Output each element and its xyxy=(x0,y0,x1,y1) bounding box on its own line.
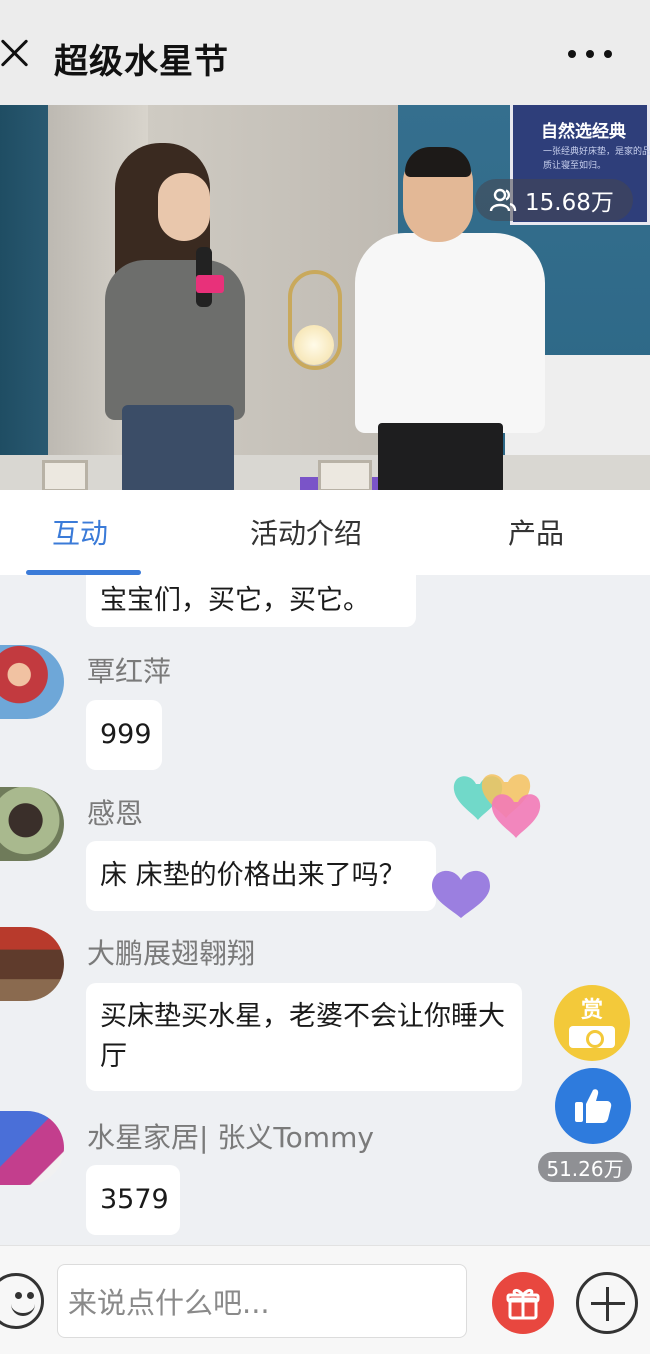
gift-button[interactable] xyxy=(492,1272,554,1334)
viewer-count: 15.68万 xyxy=(525,190,614,216)
chat-username[interactable]: 大鹏展翅翱翔 xyxy=(87,932,255,972)
more-icon[interactable] xyxy=(568,44,612,64)
host-female-jeans xyxy=(122,405,234,490)
chat-list[interactable]: 宝宝们，买它，买它。 覃红萍 999 感恩 床 床垫的价格出来了吗？ 大鹏展翅翱… xyxy=(0,575,650,1245)
viewer-count-badge: 15.68万 xyxy=(475,179,633,221)
tab-activity-intro[interactable]: 活动介绍 xyxy=(250,512,362,552)
like-count: 51.26万 xyxy=(538,1152,632,1182)
floating-hearts-icon xyxy=(453,774,541,838)
close-icon[interactable] xyxy=(0,38,30,68)
avatar[interactable] xyxy=(0,645,64,719)
add-icon[interactable] xyxy=(576,1272,638,1334)
top-bar: 超级水星节 xyxy=(0,0,650,105)
sign-text: 自然选经典 xyxy=(541,122,626,142)
microphone-tag xyxy=(196,275,224,293)
emoji-icon[interactable] xyxy=(0,1273,44,1329)
reward-button[interactable]: 赏 xyxy=(554,985,630,1061)
heart-icon xyxy=(432,870,490,918)
chat-username[interactable]: 水星家居| 张义Tommy xyxy=(87,1116,374,1156)
avatar[interactable] xyxy=(0,1111,64,1185)
tab-bar: 互动 活动介绍 产品 xyxy=(0,490,650,575)
host-female xyxy=(105,260,245,420)
avatar[interactable] xyxy=(0,787,64,861)
gift-icon xyxy=(506,1288,540,1320)
avatar[interactable] xyxy=(0,927,64,1001)
comment-input[interactable]: 来说点什么吧... xyxy=(57,1264,467,1338)
tab-interaction[interactable]: 互动 xyxy=(52,512,108,552)
tab-products[interactable]: 产品 xyxy=(508,512,564,552)
chat-message-text: 床 床垫的价格出来了吗？ xyxy=(86,841,436,911)
chat-username[interactable]: 感恩 xyxy=(87,792,143,832)
host-male-trousers xyxy=(378,423,503,490)
lamp-bulb xyxy=(294,325,334,365)
photo-frame xyxy=(42,460,88,490)
chat-message-text: 3579 xyxy=(86,1165,180,1235)
coin-icon xyxy=(569,1026,615,1048)
live-video[interactable]: 自然选经典 一张经典好床垫，是家的品质让寝至如归。 15.68万 xyxy=(0,105,650,490)
photo-frame xyxy=(318,460,372,490)
thumbs-up-icon xyxy=(575,1089,612,1123)
reward-label: 赏 xyxy=(580,998,603,1023)
page-title: 超级水星节 xyxy=(54,42,229,82)
chat-message-text: 宝宝们，买它，买它。 xyxy=(86,575,416,627)
host-male xyxy=(355,233,545,433)
bottom-bar: 来说点什么吧... xyxy=(0,1245,650,1354)
chat-username[interactable]: 覃红萍 xyxy=(87,650,171,690)
sign-subtext: 一张经典好床垫，是家的品质让寝至如归。 xyxy=(543,147,650,171)
viewers-icon xyxy=(489,188,517,212)
host-male-hair xyxy=(405,147,471,177)
host-female-face xyxy=(158,173,210,241)
chat-message-text: 999 xyxy=(86,700,162,770)
chat-message-text: 买床垫买水星，老婆不会让你睡大厅 xyxy=(86,983,522,1091)
like-button[interactable] xyxy=(555,1068,631,1144)
